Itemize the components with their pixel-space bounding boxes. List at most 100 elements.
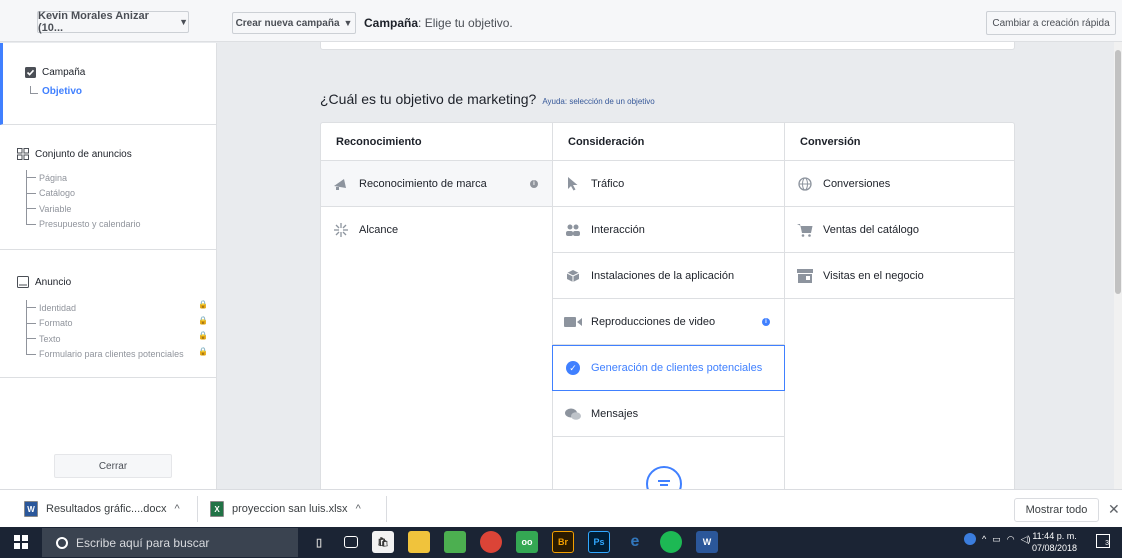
objective-question: ¿Cuál es tu objetivo de marketing? Ayuda…	[320, 91, 655, 107]
download-filename: Resultados gráfic....docx	[46, 503, 167, 515]
objective-label: Conversiones	[823, 177, 891, 190]
taskbar-apps: ▯ 🛍 oo Br Ps e W	[308, 531, 718, 553]
sidebar-item-presupuesto[interactable]: Presupuesto y calendario	[26, 217, 141, 233]
objective-engagement[interactable]: Interacción	[553, 207, 784, 253]
breadcrumb: Campaña: Elige tu objetivo.	[364, 16, 513, 30]
main-scrollbar[interactable]	[1114, 42, 1122, 489]
show-all-button[interactable]: Mostrar todo	[1014, 498, 1099, 522]
sidebar-item-pagina[interactable]: Página	[26, 170, 141, 186]
ad-square-icon	[17, 276, 29, 288]
taskbar-clock[interactable]: 11:44 p. m. 07/08/2018	[1032, 530, 1077, 554]
sidebar-section-campaign[interactable]: Campaña Objetivo	[0, 43, 216, 125]
objective-label: Alcance	[359, 224, 399, 236]
app-camera-icon[interactable]: oo	[516, 531, 538, 553]
objective-label: Instalaciones de la aplicación	[591, 269, 735, 282]
word-file-icon: W	[24, 501, 38, 517]
top-bar: Kevin Morales Anizar (10... ▼ Crear nuev…	[0, 0, 1122, 42]
objetivo-label: Objetivo	[42, 86, 83, 97]
download-item-docx[interactable]: W Resultados gráfic....docx ^	[24, 499, 180, 519]
lock-icon: 🔒	[198, 300, 208, 309]
sidebar-section-adset[interactable]: Conjunto de anuncios Página Catálogo Var…	[0, 125, 216, 250]
edge-icon[interactable]: e	[624, 531, 646, 553]
volume-icon[interactable]: ◁)	[1021, 534, 1031, 545]
tree-item-label: Variable	[39, 203, 72, 214]
ad-label: Anuncio	[35, 276, 72, 288]
sidebar-item-texto[interactable]: Texto	[26, 331, 184, 347]
objective-messages[interactable]: Mensajes	[553, 391, 784, 437]
cart-icon	[789, 223, 821, 237]
objective-app-installs[interactable]: Instalaciones de la aplicación	[553, 253, 784, 299]
taskbar: Escribe aquí para buscar ▯ 🛍 oo Br Ps e …	[0, 527, 1122, 558]
sidebar-item-identidad[interactable]: Identidad	[26, 300, 184, 316]
notifications-icon[interactable]: 3	[1096, 534, 1110, 548]
objective-conversions[interactable]: Conversiones	[785, 161, 1014, 207]
chevron-up-icon[interactable]: ^	[356, 503, 361, 515]
previous-card	[320, 42, 1015, 50]
objective-label: Mensajes	[591, 407, 639, 420]
tree-item-label: Página	[39, 172, 68, 183]
chrome-icon[interactable]	[480, 531, 502, 553]
download-item-xlsx[interactable]: X proyeccion san luis.xlsx ^	[210, 499, 361, 519]
tree-item-label: Identidad	[39, 302, 77, 313]
task-view-icon[interactable]	[344, 536, 358, 548]
clock-date: 07/08/2018	[1032, 543, 1078, 553]
microphone-icon[interactable]: ▯	[308, 531, 330, 553]
windows-start-icon[interactable]	[14, 535, 28, 549]
taskbar-search[interactable]: Escribe aquí para buscar	[42, 528, 298, 557]
objective-reach[interactable]: Alcance	[321, 207, 552, 253]
chevron-up-icon[interactable]: ^	[174, 503, 179, 515]
store-icon	[789, 268, 821, 283]
word-icon[interactable]: W	[696, 531, 718, 553]
objective-catalog-sales[interactable]: Ventas del catálogo	[785, 207, 1014, 253]
objective-lead-generation[interactable]: ✓ Generación de clientes potenciales	[552, 345, 785, 391]
system-tray: ^ ▭ ◠ ◁)	[964, 533, 1031, 545]
account-selector[interactable]: Kevin Morales Anizar (10... ▼	[37, 10, 189, 34]
question-text: ¿Cuál es tu objetivo de marketing?	[320, 91, 537, 107]
objective-traffic[interactable]: Tráfico	[553, 161, 784, 207]
file-explorer-icon[interactable]	[408, 531, 430, 553]
create-campaign-button[interactable]: Crear nueva campaña ▼	[232, 12, 356, 34]
bridge-icon[interactable]: Br	[552, 531, 574, 553]
objective-store-visits[interactable]: Visitas en el negocio	[785, 253, 1014, 299]
scrollbar-thumb[interactable]	[1115, 50, 1121, 294]
ad-heading[interactable]: Anuncio	[17, 276, 71, 288]
info-icon[interactable]: i	[762, 317, 770, 326]
help-link[interactable]: Ayuda: selección de un objetivo	[542, 97, 654, 106]
sidebar-item-variable[interactable]: Variable	[26, 201, 141, 217]
app-green-icon[interactable]	[444, 531, 466, 553]
sidebar-item-objetivo[interactable]: Objetivo	[30, 86, 82, 97]
close-button[interactable]: Cerrar	[54, 454, 172, 478]
cortana-icon	[56, 536, 68, 549]
sidebar-section-ad[interactable]: Anuncio Identidad Formato Texto Formular…	[0, 250, 216, 378]
objective-panel: Reconocimiento Consideración Conversión …	[320, 122, 1015, 494]
close-icon[interactable]: ✕	[1108, 501, 1120, 518]
sidebar-item-formato[interactable]: Formato	[26, 316, 184, 332]
campaign-heading[interactable]: Campaña	[25, 67, 85, 78]
help-icon[interactable]	[964, 533, 976, 545]
battery-icon[interactable]: ▭	[992, 534, 1001, 545]
megaphone-icon	[325, 177, 357, 191]
checkbox-checked-icon	[25, 67, 36, 78]
breadcrumb-step: : Elige tu objetivo.	[418, 16, 513, 30]
quick-creation-button[interactable]: Cambiar a creación rápida	[986, 11, 1116, 35]
wifi-icon[interactable]: ◠	[1007, 534, 1015, 545]
objective-label: Ventas del catálogo	[823, 223, 920, 236]
breadcrumb-title: Campaña	[364, 16, 419, 30]
create-campaign-label: Crear nueva campaña	[235, 17, 340, 29]
spotify-icon[interactable]	[660, 531, 682, 553]
search-placeholder: Escribe aquí para buscar	[76, 535, 210, 550]
photoshop-icon[interactable]: Ps	[588, 531, 610, 553]
store-bag-icon[interactable]: 🛍	[372, 531, 394, 553]
adset-heading[interactable]: Conjunto de anuncios	[17, 148, 132, 160]
sidebar: Campaña Objetivo Conjunto de anuncios Pá…	[0, 43, 217, 489]
lock-icon: 🔒	[198, 331, 208, 340]
objective-brand-awareness[interactable]: Reconocimiento de marca i	[321, 161, 552, 207]
info-icon[interactable]: i	[530, 179, 538, 188]
sidebar-item-formulario[interactable]: Formulario para clientes potenciales	[26, 347, 184, 363]
sidebar-item-catalogo[interactable]: Catálogo	[26, 186, 141, 202]
column-header-consideracion: Consideración	[553, 123, 784, 161]
download-filename: proyeccion san luis.xlsx	[232, 503, 348, 515]
check-circle-icon: ✓	[557, 361, 589, 375]
chevron-up-icon[interactable]: ^	[982, 534, 986, 544]
objective-video-views[interactable]: Reproducciones de video i	[553, 299, 784, 345]
